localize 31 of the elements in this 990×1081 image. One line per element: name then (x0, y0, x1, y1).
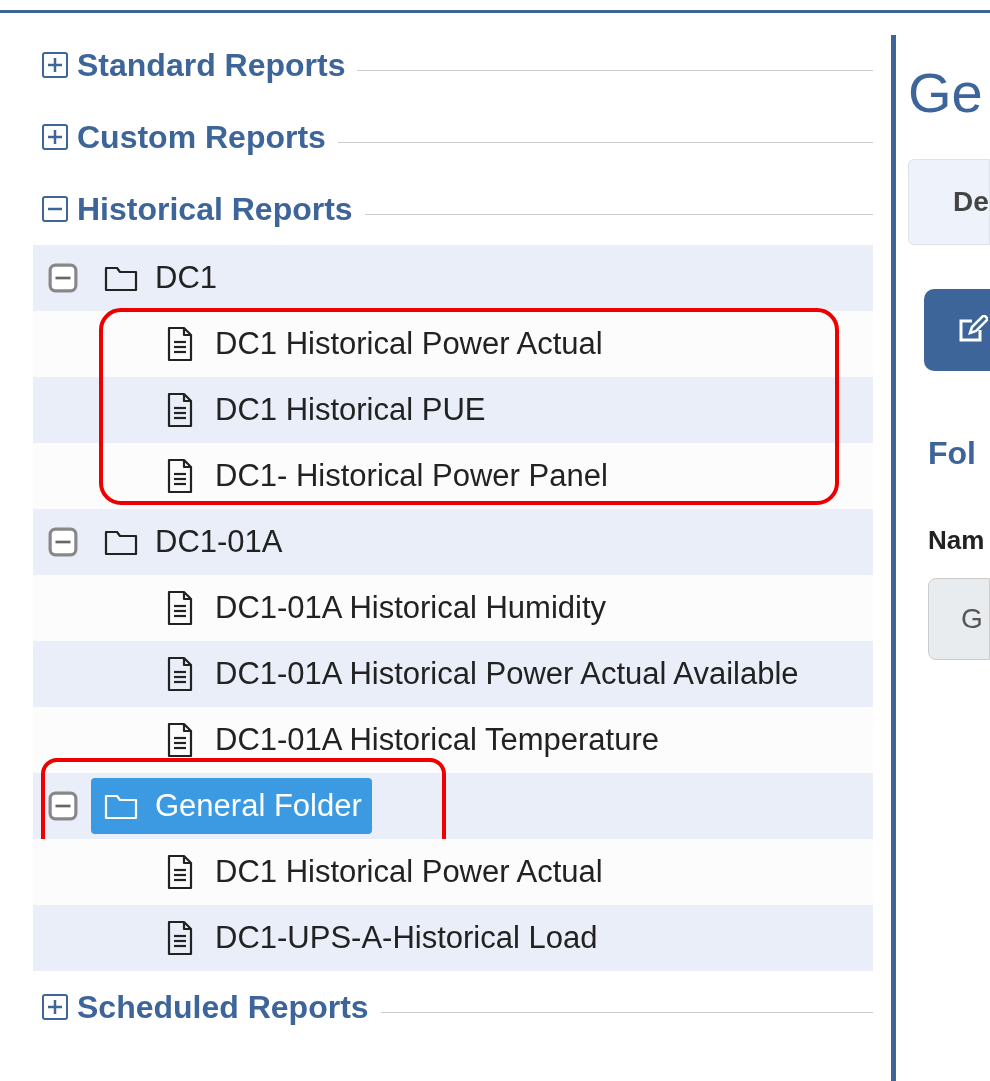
expand-icon[interactable] (41, 993, 69, 1021)
report-item[interactable]: DC1 Historical Power Actual (165, 848, 603, 896)
page-title: Ge (908, 65, 984, 121)
document-icon (165, 656, 195, 692)
folder-item[interactable]: DC1 (91, 250, 227, 306)
section-heading[interactable]: Historical Reports (77, 185, 353, 233)
collapse-icon[interactable] (48, 263, 78, 293)
document-icon (165, 722, 195, 758)
name-field[interactable]: G (928, 578, 990, 660)
section-heading[interactable]: Scheduled Reports (77, 983, 369, 1031)
document-icon (165, 326, 195, 362)
edit-button[interactable] (924, 289, 990, 371)
report-item[interactable]: DC1 Historical Power Actual (165, 320, 603, 368)
document-icon (165, 458, 195, 494)
collapse-icon[interactable] (48, 527, 78, 557)
document-icon (165, 590, 195, 626)
tab[interactable]: De (908, 159, 990, 245)
report-item[interactable]: DC1-01A Historical Temperature (165, 716, 659, 764)
document-icon (165, 854, 195, 890)
report-item[interactable]: DC1- Historical Power Panel (165, 452, 608, 500)
collapse-icon[interactable] (48, 791, 78, 821)
section-heading[interactable]: Custom Reports (77, 113, 326, 161)
document-icon (165, 920, 195, 956)
document-icon (165, 392, 195, 428)
section-heading[interactable]: Standard Reports (77, 41, 346, 89)
section-heading: Fol (928, 434, 977, 473)
report-item[interactable]: DC1-01A Historical Humidity (165, 584, 607, 632)
field-label: Nam (928, 524, 986, 557)
expand-icon[interactable] (41, 123, 69, 151)
collapse-icon[interactable] (41, 195, 69, 223)
expand-icon[interactable] (41, 51, 69, 79)
